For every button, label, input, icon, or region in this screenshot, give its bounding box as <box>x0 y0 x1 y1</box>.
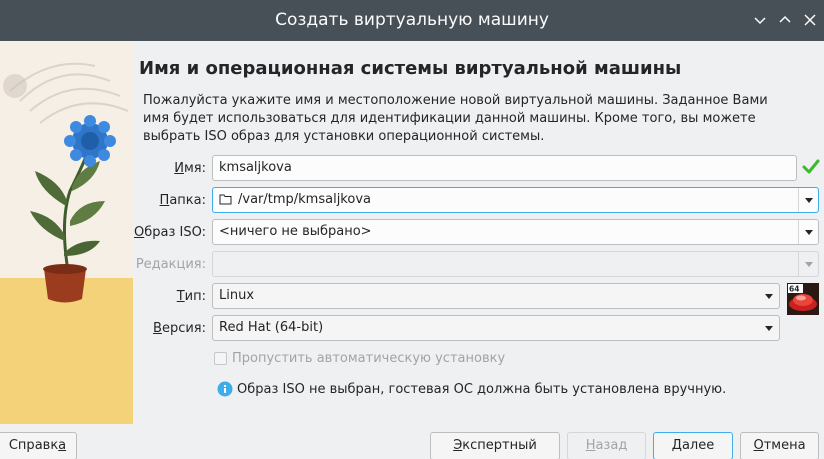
version-label: Версия: <box>153 321 206 336</box>
chevron-down-icon[interactable] <box>765 294 773 299</box>
chevron-down-icon[interactable] <box>750 10 770 30</box>
skip-unattended-checkbox[interactable] <box>214 352 227 365</box>
window-title: Создать виртуальную машину <box>275 10 549 30</box>
type-label: Тип: <box>176 289 206 304</box>
next-button[interactable]: Далее <box>653 432 733 459</box>
edition-label: Редакция: <box>135 257 206 272</box>
help-button[interactable]: Справка <box>0 432 77 459</box>
close-icon[interactable] <box>800 10 820 30</box>
expert-mode-button[interactable]: Экспертный режим <box>430 432 560 459</box>
edition-combo <box>212 251 819 277</box>
version-select[interactable]: Red Hat (64-bit) <box>212 315 780 341</box>
title-bar: Создать виртуальную машину <box>0 0 824 41</box>
skip-unattended-label: Пропустить автоматическую установку <box>232 351 506 366</box>
chevron-up-icon[interactable] <box>775 10 795 30</box>
iso-combo[interactable]: <ничего не выбрано> <box>212 219 819 245</box>
svg-text:64: 64 <box>789 285 799 294</box>
folder-combo[interactable]: /var/tmp/kmsaljkova <box>212 187 819 213</box>
folder-label: Папка: <box>159 193 206 208</box>
cancel-button[interactable]: Отмена <box>740 432 819 459</box>
chevron-down-icon[interactable] <box>765 326 773 331</box>
folder-icon <box>219 193 232 209</box>
page-title: Имя и операционная системы виртуальной м… <box>139 58 682 79</box>
info-icon <box>217 381 233 397</box>
page-description: Пожалуйста укажите имя и местоположение … <box>143 93 768 144</box>
chevron-down-icon[interactable] <box>798 188 818 212</box>
name-label: Имя: <box>174 161 206 176</box>
iso-info-message: Образ ISO не выбран, гостевая ОС должна … <box>237 382 727 397</box>
chevron-down-icon[interactable] <box>798 220 818 244</box>
back-button: Назад <box>567 432 646 459</box>
os-logo-icon: 64 <box>787 283 819 315</box>
iso-label: Образ ISO: <box>134 225 206 240</box>
valid-check-icon <box>802 159 820 174</box>
chevron-down-icon <box>798 252 818 276</box>
type-select[interactable]: Linux <box>212 283 780 309</box>
name-input[interactable]: kmsaljkova <box>212 155 797 181</box>
